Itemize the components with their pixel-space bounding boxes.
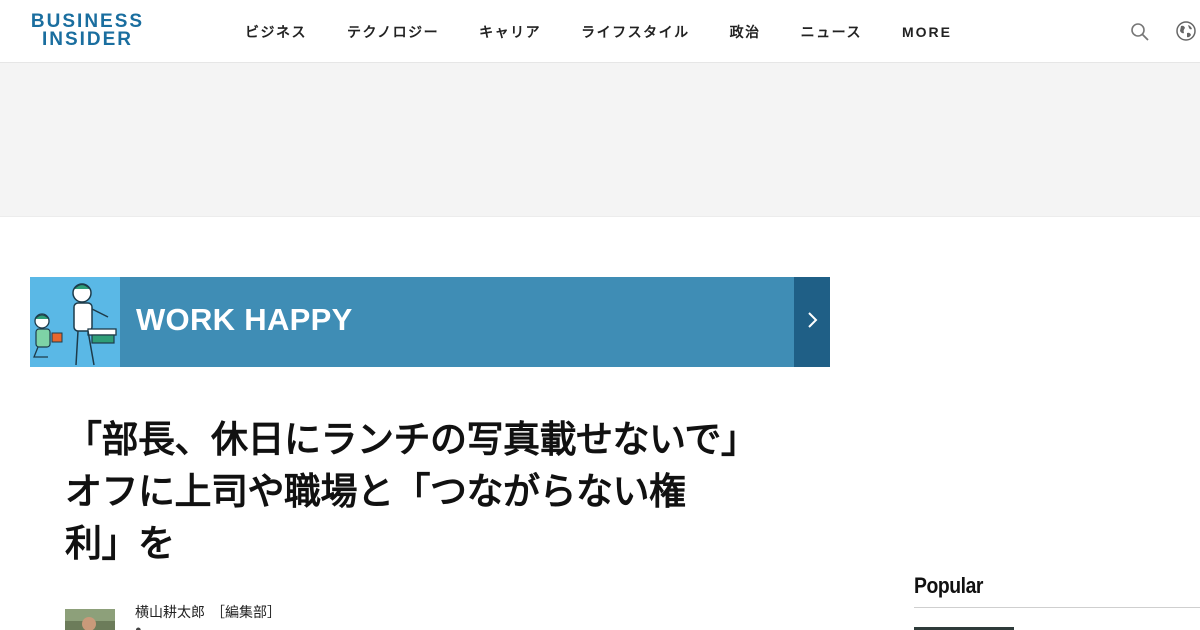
banner-arrow[interactable] bbox=[794, 277, 830, 367]
banner-title: WORK HAPPY bbox=[136, 302, 353, 337]
search-icon[interactable] bbox=[1130, 22, 1150, 42]
logo-line-2: INSIDER bbox=[41, 29, 134, 50]
nav-item-news[interactable]: ニュース bbox=[801, 22, 862, 42]
chevron-right-icon bbox=[805, 311, 819, 334]
popular-divider bbox=[914, 607, 1200, 608]
article-headline: 「部長、休日にランチの写真載せないで」 オフに上司や職場と「つながらない権 利」… bbox=[65, 414, 810, 570]
author-dept: ［編集部］ bbox=[211, 605, 281, 621]
globe-icon[interactable] bbox=[1175, 20, 1197, 42]
main-nav: ビジネス テクノロジー キャリア ライフスタイル 政治 ニュース MORE bbox=[245, 0, 992, 63]
nav-item-technology[interactable]: テクノロジー bbox=[347, 22, 439, 42]
nav-item-lifestyle[interactable]: ライフスタイル bbox=[581, 22, 690, 42]
banner-illustration bbox=[30, 277, 120, 367]
headline-line-1: 「部長、休日にランチの写真載せないで」 bbox=[65, 418, 758, 461]
author-name[interactable]: 横山耕太郎 bbox=[135, 605, 205, 621]
popular-heading: Popular bbox=[914, 573, 983, 598]
author-line: 横山耕太郎 ［編集部］ bbox=[135, 602, 281, 622]
clock-icon: ● bbox=[135, 624, 142, 630]
work-happy-banner[interactable]: WORK HAPPY bbox=[30, 277, 830, 367]
ad-placeholder bbox=[0, 63, 1200, 217]
nav-item-politics[interactable]: 政治 bbox=[730, 22, 761, 42]
article-meta: ● bbox=[135, 624, 142, 630]
nav-item-business[interactable]: ビジネス bbox=[245, 22, 307, 42]
nav-item-career[interactable]: キャリア bbox=[479, 22, 541, 42]
site-header: BUSINESS INSIDER ビジネス テクノロジー キャリア ライフスタイ… bbox=[0, 0, 1200, 63]
author-avatar[interactable] bbox=[65, 609, 115, 630]
headline-line-3: 利」を bbox=[65, 522, 175, 565]
headline-line-2: オフに上司や職場と「つながらない権 bbox=[65, 470, 686, 513]
site-logo[interactable]: BUSINESS INSIDER bbox=[30, 12, 145, 50]
nav-item-more[interactable]: MORE bbox=[902, 24, 952, 40]
